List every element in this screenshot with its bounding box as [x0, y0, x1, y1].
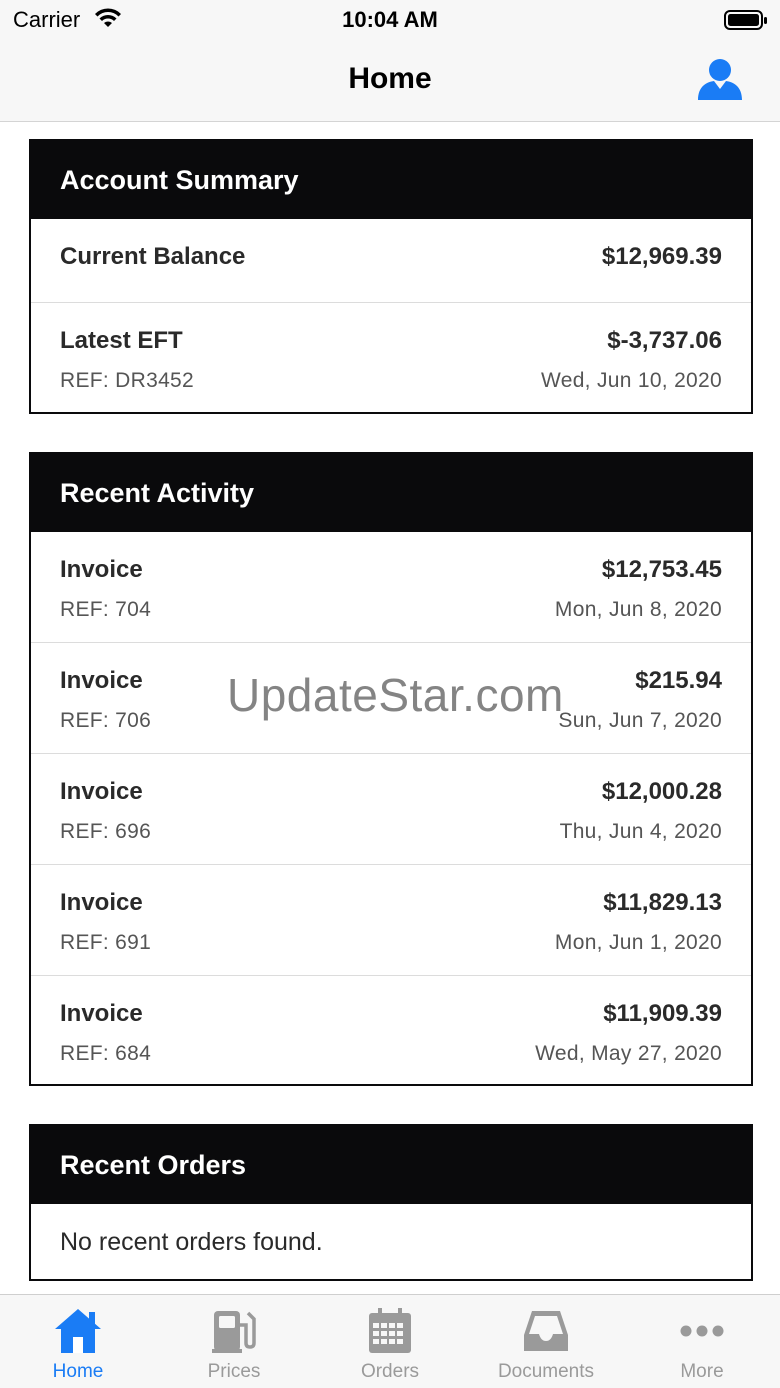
status-bar: Carrier 10:04 AM — [0, 0, 780, 40]
more-dots-icon — [680, 1325, 724, 1337]
activity-row[interactable]: Invoice $11,829.13 REF: 691 Mon, Jun 1, … — [31, 864, 751, 975]
current-balance-label: Current Balance — [60, 243, 246, 270]
current-balance-row[interactable]: Current Balance $12,969.39 — [31, 219, 751, 302]
account-summary-header: Account Summary — [31, 141, 751, 219]
tab-prices[interactable]: Prices — [156, 1295, 312, 1388]
tab-more-label: More — [680, 1361, 724, 1382]
current-balance-amount: $12,969.39 — [601, 243, 722, 270]
tab-bar: Home Prices Orders Documents More — [0, 1294, 780, 1388]
latest-eft-ref: REF: DR3452 — [60, 369, 195, 392]
tab-home[interactable]: Home — [0, 1295, 156, 1388]
recent-activity-card: Recent Activity Invoice $12,753.45 REF: … — [29, 452, 753, 1086]
status-time: 10:04 AM — [342, 7, 438, 32]
latest-eft-row[interactable]: Latest EFT $-3,737.06 REF: DR3452 Wed, J… — [31, 302, 751, 413]
activity-ref: REF: 706 — [60, 709, 152, 732]
activity-type: Invoice — [60, 778, 143, 805]
activity-amount: $12,753.45 — [601, 556, 722, 583]
recent-orders-card: Recent Orders No recent orders found. — [29, 1124, 753, 1281]
account-summary-card: Account Summary Current Balance $12,969.… — [29, 139, 753, 414]
tab-documents-label: Documents — [497, 1361, 595, 1382]
activity-ref: REF: 704 — [60, 598, 152, 621]
activity-type: Invoice — [60, 667, 143, 694]
activity-amount: $11,909.39 — [603, 1000, 722, 1027]
latest-eft-date: Wed, Jun 10, 2020 — [540, 369, 722, 392]
activity-row[interactable]: Invoice $12,000.28 REF: 696 Thu, Jun 4, … — [31, 753, 751, 864]
tab-home-label: Home — [52, 1361, 104, 1382]
activity-row[interactable]: Invoice $12,753.45 REF: 704 Mon, Jun 8, … — [31, 532, 751, 642]
activity-amount: $11,829.13 — [603, 889, 722, 916]
navigation-bar: Home — [0, 40, 780, 122]
activity-ref: REF: 684 — [60, 1042, 152, 1065]
activity-date: Wed, May 27, 2020 — [535, 1042, 722, 1065]
activity-amount: $12,000.28 — [601, 778, 722, 805]
activity-date: Mon, Jun 8, 2020 — [554, 598, 722, 621]
activity-amount: $215.94 — [635, 667, 722, 694]
tab-orders[interactable]: Orders — [312, 1295, 468, 1388]
activity-ref: REF: 696 — [60, 820, 152, 843]
battery-icon — [724, 9, 768, 36]
empty-orders-row: No recent orders found. — [31, 1204, 751, 1279]
tab-more[interactable]: More — [624, 1295, 780, 1388]
tab-documents[interactable]: Documents — [468, 1295, 624, 1388]
latest-eft-amount: $-3,737.06 — [607, 327, 722, 354]
recent-orders-header: Recent Orders — [31, 1126, 751, 1204]
activity-date: Thu, Jun 4, 2020 — [559, 820, 722, 843]
tab-orders-label: Orders — [360, 1361, 420, 1382]
recent-activity-header: Recent Activity — [31, 454, 751, 532]
tab-prices-label: Prices — [207, 1361, 261, 1382]
profile-icon[interactable] — [697, 56, 743, 107]
activity-date: Mon, Jun 1, 2020 — [554, 931, 722, 954]
activity-row[interactable]: Invoice $215.94 REF: 706 Sun, Jun 7, 202… — [31, 642, 751, 753]
activity-type: Invoice — [60, 556, 143, 583]
fuel-pump-icon — [212, 1311, 256, 1353]
activity-ref: REF: 691 — [60, 931, 152, 954]
activity-type: Invoice — [60, 1000, 143, 1027]
page-title: Home — [348, 62, 432, 95]
empty-orders-text: No recent orders found. — [60, 1228, 323, 1256]
latest-eft-label: Latest EFT — [60, 327, 183, 354]
activity-date: Sun, Jun 7, 2020 — [558, 709, 722, 732]
inbox-icon — [524, 1311, 568, 1351]
activity-type: Invoice — [60, 889, 143, 916]
activity-row[interactable]: Invoice $11,909.39 REF: 684 Wed, May 27,… — [31, 975, 751, 1084]
calendar-icon — [369, 1308, 411, 1353]
home-icon — [55, 1309, 101, 1353]
